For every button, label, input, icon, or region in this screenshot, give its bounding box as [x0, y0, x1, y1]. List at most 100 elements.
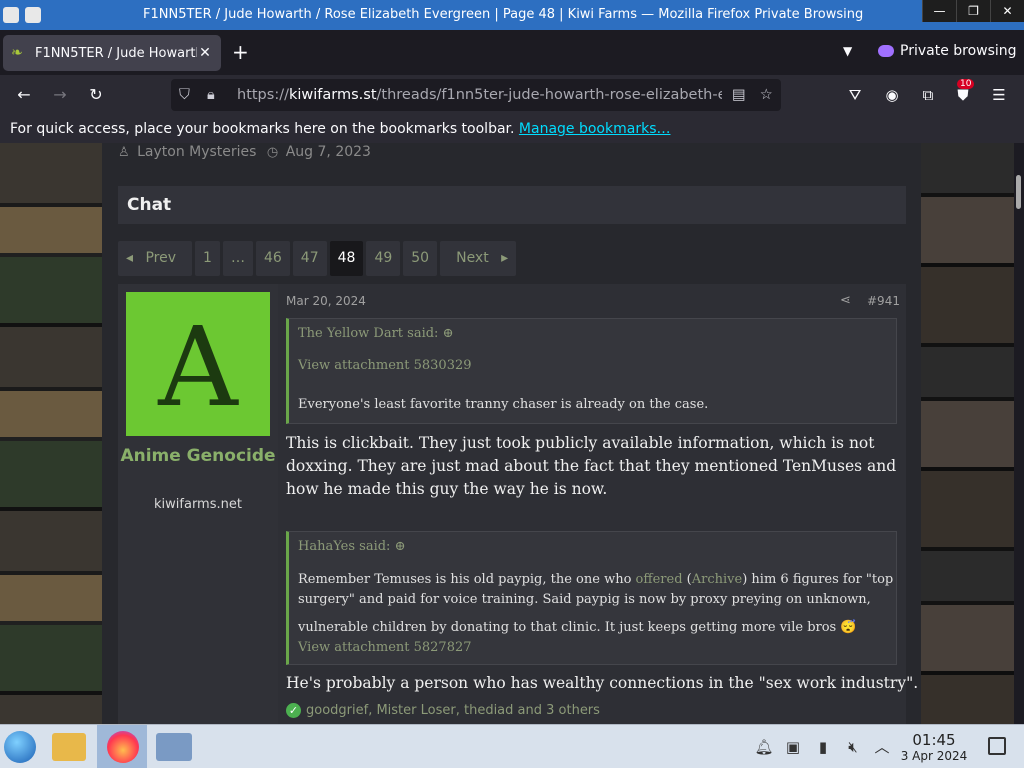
- reactions-bar[interactable]: ✓ goodgrief, Mister Loser, thediad and 3…: [286, 703, 600, 718]
- start-menu-icon[interactable]: [4, 731, 36, 763]
- tab-bar: ❧ F1NN5TER / Jude Howarth / Rose Elizabe…: [0, 30, 1024, 75]
- tab-title: F1NN5TER / Jude Howarth / Rose Elizabeth…: [35, 45, 197, 61]
- page-link-46[interactable]: 46: [255, 241, 290, 276]
- page-link-current[interactable]: 48: [329, 241, 364, 276]
- minimize-button[interactable]: —: [922, 0, 956, 22]
- list-all-tabs-icon[interactable]: ▼: [843, 44, 852, 58]
- show-desktop-icon[interactable]: [988, 737, 1006, 755]
- window-title: F1NN5TER / Jude Howarth / Rose Elizabeth…: [143, 7, 864, 22]
- firefox-icon: [107, 731, 139, 763]
- page-link-50[interactable]: 50: [403, 241, 438, 276]
- private-browsing-indicator: Private browsing: [878, 43, 1017, 59]
- reactions-list[interactable]: goodgrief, Mister Loser, thediad and 3 o…: [306, 703, 600, 718]
- web-page: ♙ Layton Mysteries ◷ Aug 7, 2023 Chat ◂ …: [0, 143, 1024, 724]
- extensions-icon[interactable]: ⧉: [919, 86, 937, 104]
- post-user-cell: A Anime Genocide kiwifarms.net: [118, 284, 278, 724]
- user-title: kiwifarms.net: [154, 497, 242, 512]
- tray-expand-icon[interactable]: ︿: [872, 737, 892, 757]
- app-menu-icon[interactable]: [3, 7, 19, 23]
- username[interactable]: Anime Genocide: [118, 444, 278, 469]
- prev-page-button[interactable]: ◂ Prev: [118, 241, 193, 276]
- close-window-button[interactable]: ✕: [990, 0, 1024, 22]
- offered-link[interactable]: offered: [636, 572, 683, 587]
- share-icon[interactable]: ⋖: [840, 293, 851, 308]
- clock-date: 3 Apr 2024: [900, 749, 968, 763]
- post-body-text: He's probably a person who has wealthy c…: [286, 674, 919, 692]
- bookmark-star-icon[interactable]: ☆: [760, 87, 773, 103]
- maximize-button[interactable]: ❐: [956, 0, 990, 22]
- lock-icon[interactable]: 🔒︎: [207, 87, 223, 103]
- user-icon: ♙: [118, 145, 130, 160]
- system-settings-icon[interactable]: [156, 733, 192, 761]
- section-title: Chat: [118, 186, 906, 224]
- reload-button[interactable]: ↻: [86, 85, 106, 104]
- page-link-49[interactable]: 49: [366, 241, 401, 276]
- tracking-protection-shield-icon[interactable]: ⛉: [179, 87, 195, 103]
- private-mask-icon: [878, 45, 894, 57]
- thread-date[interactable]: Aug 7, 2023: [286, 144, 371, 160]
- next-page-button[interactable]: Next ▸: [440, 241, 517, 276]
- taskbar-firefox[interactable]: [97, 725, 147, 768]
- avatar[interactable]: A: [126, 292, 270, 436]
- battery-icon[interactable]: ▮: [813, 737, 833, 757]
- page-link-1[interactable]: 1: [195, 241, 220, 276]
- manage-bookmarks-link[interactable]: Manage bookmarks…: [519, 121, 671, 137]
- quote-attribution[interactable]: HahaYes said: ⊕: [298, 539, 405, 554]
- clock[interactable]: 01:45 3 Apr 2024: [898, 731, 970, 763]
- titlebar-app-icons: [0, 0, 48, 30]
- url-bar[interactable]: ⛉ 🔒︎ https://kiwifarms.st/threads/f1nn5t…: [171, 79, 781, 111]
- extension-badge: 10: [957, 79, 975, 89]
- emoji-sleeping-icon: 😴: [840, 620, 857, 635]
- new-tab-button[interactable]: +: [232, 42, 249, 62]
- thread-content: ♙ Layton Mysteries ◷ Aug 7, 2023 Chat ◂ …: [102, 143, 921, 724]
- background-comic-left: [0, 143, 102, 724]
- taskbar: 🔔︎ ▣ ▮ 🔇︎ ︿ 01:45 3 Apr 2024: [0, 724, 1024, 768]
- post-body-text: This is clickbait. They just took public…: [286, 434, 897, 498]
- post-941: A Anime Genocide kiwifarms.net Mar 20, 2…: [118, 284, 919, 724]
- window-titlebar: F1NN5TER / Jude Howarth / Rose Elizabeth…: [0, 0, 1024, 30]
- bookmarks-toolbar: For quick access, place your bookmarks h…: [0, 115, 1024, 143]
- like-check-icon: ✓: [286, 703, 301, 718]
- file-manager-icon[interactable]: [52, 733, 86, 761]
- attachment-link[interactable]: View attachment 5827827: [298, 640, 472, 655]
- clock-icon: ◷: [266, 145, 279, 160]
- thread-author[interactable]: Layton Mysteries: [137, 144, 256, 160]
- clipboard-icon[interactable]: ▣: [783, 737, 803, 757]
- pin-icon[interactable]: [25, 7, 41, 23]
- quote-line: surgery" and paid for voice training. Sa…: [298, 592, 871, 607]
- bookmarks-message: For quick access, place your bookmarks h…: [10, 121, 515, 137]
- scrollbar-thumb[interactable]: [1016, 175, 1021, 209]
- archive-link[interactable]: Archive: [692, 572, 742, 587]
- pocket-icon[interactable]: ⛛: [846, 86, 864, 104]
- post-number[interactable]: #941: [867, 294, 900, 308]
- quote-attribution[interactable]: The Yellow Dart said: ⊕: [298, 326, 453, 341]
- page-scrollbar[interactable]: [1014, 143, 1024, 724]
- thread-meta: ♙ Layton Mysteries ◷ Aug 7, 2023: [118, 144, 371, 160]
- background-comic-right: [921, 143, 1014, 724]
- notifications-icon[interactable]: 🔔︎: [754, 737, 774, 757]
- quote-text: Everyone's least favorite tranny chaser …: [298, 397, 709, 412]
- kiwi-favicon-icon: ❧: [11, 45, 23, 61]
- navigation-toolbar: ← → ↻ ⛉ 🔒︎ https://kiwifarms.st/threads/…: [0, 75, 1024, 115]
- quote-line: vulnerable children by donating to that …: [298, 620, 857, 635]
- page-link-47[interactable]: 47: [292, 241, 327, 276]
- page-ellipsis[interactable]: …: [222, 241, 253, 276]
- close-tab-icon[interactable]: ✕: [197, 45, 213, 61]
- quote-block: HahaYes said: ⊕ Remember Temuses is his …: [286, 531, 897, 665]
- pagination: ◂ Prev 1 … 46 47 48 49 50 Next ▸: [118, 241, 517, 276]
- forward-button[interactable]: →: [50, 85, 70, 104]
- volume-muted-icon[interactable]: 🔇︎: [843, 737, 863, 757]
- menu-hamburger-icon[interactable]: ☰: [990, 86, 1008, 104]
- reader-view-icon[interactable]: ▤: [732, 87, 746, 103]
- quote-block: The Yellow Dart said: ⊕ View attachment …: [286, 318, 897, 424]
- post-date[interactable]: Mar 20, 2024: [286, 294, 366, 308]
- quote-line: Remember Temuses is his old paypig, the …: [298, 572, 894, 587]
- attachment-link[interactable]: View attachment 5830329: [298, 358, 472, 373]
- window-controls: — ❐ ✕: [922, 0, 1024, 22]
- clock-time: 01:45: [912, 731, 956, 749]
- tab-active[interactable]: ❧ F1NN5TER / Jude Howarth / Rose Elizabe…: [3, 35, 221, 71]
- account-icon[interactable]: ◉: [883, 86, 901, 104]
- back-button[interactable]: ←: [14, 85, 34, 104]
- url-text[interactable]: https://kiwifarms.st/threads/f1nn5ter-ju…: [237, 87, 722, 103]
- private-browsing-label: Private browsing: [900, 43, 1017, 59]
